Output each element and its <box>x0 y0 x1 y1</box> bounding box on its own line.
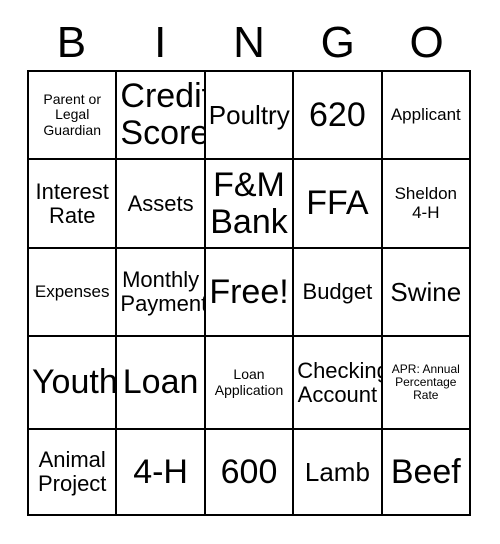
bingo-cell-b5[interactable]: Animal Project <box>29 430 118 516</box>
bingo-cell-i1[interactable]: Credit Score <box>117 72 206 160</box>
bingo-cell-label: F&M Bank <box>210 165 288 241</box>
bingo-cell-label: Credit Score <box>120 77 206 152</box>
bingo-cell-b3[interactable]: Expenses <box>29 249 118 337</box>
bingo-header-row: B I N G O <box>27 16 471 70</box>
bingo-cell-n5[interactable]: 600 <box>205 430 295 516</box>
bingo-cell-label: Poultry <box>208 99 290 130</box>
bingo-cell-label: Applicant <box>390 104 461 124</box>
bingo-cell-i4[interactable]: Loan <box>117 337 206 430</box>
bingo-cell-g3[interactable]: Budget <box>294 249 383 337</box>
bingo-cell-g5[interactable]: Lamb <box>294 430 383 516</box>
bingo-cell-label: Assets <box>127 190 194 216</box>
bingo-cell-b4[interactable]: Youth <box>29 337 118 430</box>
bingo-cell-label: Animal Project <box>37 447 107 496</box>
bingo-card: B I N G O Parent or Legal Guardian Credi… <box>0 0 500 544</box>
bingo-grid: Parent or Legal Guardian Credit Score Po… <box>27 70 471 516</box>
bingo-cell-free-space[interactable]: Free! <box>205 249 295 337</box>
bingo-cell-i5[interactable]: 4-H <box>117 430 206 516</box>
bingo-cell-o5[interactable]: Beef <box>382 430 471 516</box>
bingo-header-letter-o: O <box>409 18 444 67</box>
bingo-cell-label: Checking Account <box>297 357 383 407</box>
bingo-cell-o3[interactable]: Swine <box>382 249 471 337</box>
bingo-header-letter-b: B <box>56 18 87 67</box>
bingo-cell-label: Beef <box>390 452 461 491</box>
bingo-header-letter-g: G <box>320 18 355 67</box>
bingo-cell-label: Monthly Payment <box>120 267 206 316</box>
bingo-cell-label: Sheldon 4-H <box>394 184 457 222</box>
bingo-cell-label: Loan <box>122 363 199 402</box>
bingo-cell-o2[interactable]: Sheldon 4-H <box>382 160 471 249</box>
bingo-cell-label: Lamb <box>304 456 370 487</box>
bingo-cell-n2[interactable]: F&M Bank <box>205 160 295 249</box>
bingo-header-letter-n: N <box>233 18 265 67</box>
bingo-cell-label: Swine <box>390 276 462 307</box>
bingo-cell-label: 600 <box>220 452 278 491</box>
bingo-cell-g2[interactable]: FFA <box>294 160 383 249</box>
bingo-cell-g4[interactable]: Checking Account <box>294 337 383 430</box>
bingo-cell-label: Youth <box>32 363 118 402</box>
bingo-cell-label: Expenses <box>34 281 110 301</box>
bingo-header-letter-i: I <box>154 18 167 67</box>
bingo-cell-o1[interactable]: Applicant <box>382 72 471 160</box>
bingo-cell-o4[interactable]: APR: Annual Percentage Rate <box>382 337 471 430</box>
bingo-cell-label: APR: Annual Percentage Rate <box>391 362 460 402</box>
bingo-cell-n1[interactable]: Poultry <box>205 72 295 160</box>
bingo-cell-i3[interactable]: Monthly Payment <box>117 249 206 337</box>
bingo-cell-n4[interactable]: Loan Application <box>205 337 295 430</box>
bingo-cell-label: Parent or Legal Guardian <box>43 91 101 138</box>
bingo-cell-label: Budget <box>302 279 373 305</box>
bingo-cell-i2[interactable]: Assets <box>117 160 206 249</box>
bingo-cell-g1[interactable]: 620 <box>294 72 383 160</box>
bingo-cell-label: 4-H <box>133 452 188 491</box>
bingo-free-space-label: Free! <box>209 272 289 311</box>
bingo-cell-label: 620 <box>309 95 366 134</box>
bingo-cell-label: Interest Rate <box>35 178 109 228</box>
bingo-cell-label: Loan Application <box>214 366 284 398</box>
bingo-cell-b2[interactable]: Interest Rate <box>29 160 118 249</box>
bingo-cell-label: FFA <box>306 184 369 223</box>
bingo-cell-b1[interactable]: Parent or Legal Guardian <box>29 72 118 160</box>
